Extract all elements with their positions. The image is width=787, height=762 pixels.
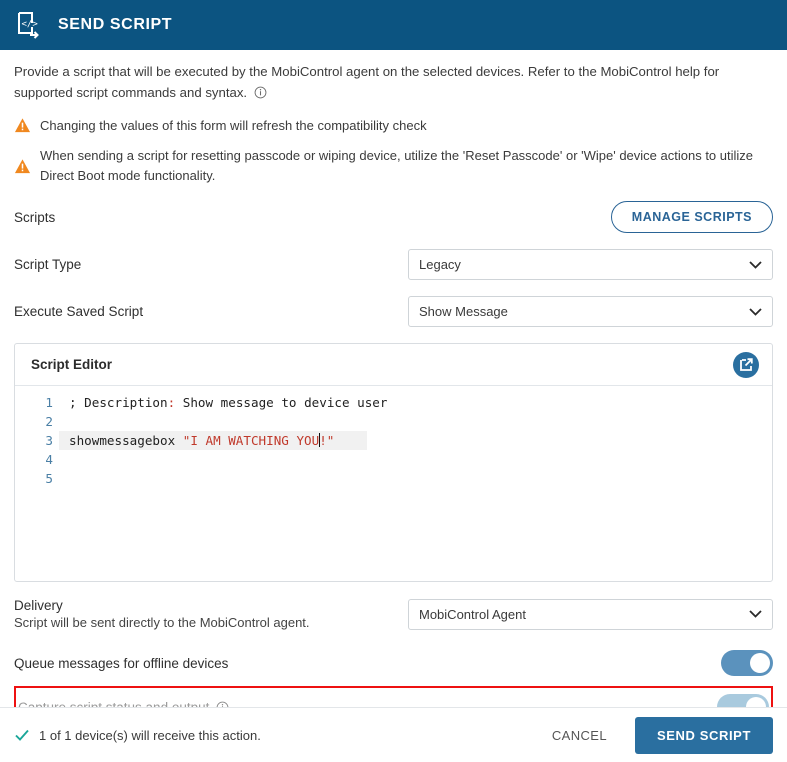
line-number: 5: [15, 469, 53, 488]
script-type-label: Script Type: [14, 257, 394, 272]
line-number: 4: [15, 450, 53, 469]
scripts-label: Scripts: [14, 210, 394, 225]
script-type-select[interactable]: Legacy: [408, 249, 773, 280]
intro-paragraph: Provide a script that will be executed b…: [14, 50, 749, 104]
code-line-5[interactable]: [59, 469, 772, 488]
line-number: 3: [15, 431, 53, 450]
delivery-sublabel: Script will be sent directly to the Mobi…: [14, 615, 394, 630]
open-external-icon[interactable]: [732, 351, 760, 379]
script-type-select-wrapper: Legacy: [408, 249, 773, 280]
code-string-close: !": [319, 433, 334, 448]
dialog-title: SEND SCRIPT: [58, 16, 172, 34]
code-lines[interactable]: ; Description: Show message to device us…: [59, 393, 772, 488]
delivery-label: Delivery Script will be sent directly to…: [14, 598, 394, 630]
queue-messages-toggle[interactable]: [721, 650, 773, 676]
saved-script-label: Execute Saved Script: [14, 304, 394, 319]
warning-text: Changing the values of this form will re…: [40, 116, 427, 136]
saved-script-select[interactable]: Show Message: [408, 296, 773, 327]
warning-row-passcode: When sending a script for resetting pass…: [14, 146, 773, 185]
check-icon: [14, 727, 30, 743]
code-line-3-wrapper: showmessagebox "I AM WATCHING YOU!": [59, 431, 772, 450]
script-editor-panel: Script Editor 1 2 3 4 5 ; Description: S…: [14, 343, 773, 582]
delivery-row: Delivery Script will be sent directly to…: [14, 598, 773, 630]
warning-triangle-icon: [14, 117, 31, 134]
intro-text: Provide a script that will be executed b…: [14, 64, 719, 100]
script-editor-header: Script Editor: [15, 344, 772, 386]
send-script-dialog: </> SEND SCRIPT Provide a script that wi…: [0, 0, 787, 762]
delivery-select[interactable]: MobiControl Agent: [408, 599, 773, 630]
code-comment-body: Show message to device user: [175, 395, 387, 410]
code-area[interactable]: 1 2 3 4 5 ; Description: Show message to…: [15, 386, 772, 488]
dialog-footer: 1 of 1 device(s) will receive this actio…: [0, 707, 787, 762]
send-script-button[interactable]: SEND SCRIPT: [635, 717, 773, 754]
dialog-header: </> SEND SCRIPT: [0, 0, 787, 50]
code-comment-head: ; Description: [69, 395, 168, 410]
code-line-2[interactable]: [59, 412, 772, 431]
script-editor-title: Script Editor: [31, 357, 112, 372]
queue-messages-label: Queue messages for offline devices: [14, 656, 228, 671]
device-count-status: 1 of 1 device(s) will receive this actio…: [39, 728, 261, 743]
warning-text: When sending a script for resetting pass…: [40, 146, 773, 185]
delivery-select-wrapper: MobiControl Agent: [408, 599, 773, 630]
svg-text:</>: </>: [22, 20, 39, 30]
code-line-1[interactable]: ; Description: Show message to device us…: [59, 393, 772, 412]
code-command: showmessagebox: [69, 433, 183, 448]
scripts-row: Scripts MANAGE SCRIPTS: [14, 201, 773, 233]
line-number-gutter: 1 2 3 4 5: [15, 393, 59, 488]
script-type-row: Script Type Legacy: [14, 249, 773, 280]
saved-script-select-wrapper: Show Message: [408, 296, 773, 327]
cancel-button[interactable]: CANCEL: [538, 720, 621, 751]
saved-script-row: Execute Saved Script Show Message: [14, 296, 773, 327]
delivery-label-text: Delivery: [14, 598, 63, 613]
manage-scripts-button[interactable]: MANAGE SCRIPTS: [611, 201, 773, 233]
line-number: 2: [15, 412, 53, 431]
toggle-knob: [750, 653, 770, 673]
code-string-open: "I AM WATCHING YOU: [183, 433, 319, 448]
warning-triangle-icon: [14, 158, 31, 175]
warning-row-compatibility: Changing the values of this form will re…: [14, 116, 773, 136]
info-icon[interactable]: [254, 86, 267, 99]
code-line-4[interactable]: [59, 450, 772, 469]
code-line-3[interactable]: showmessagebox "I AM WATCHING YOU!": [59, 431, 367, 450]
script-send-icon: </>: [14, 10, 44, 40]
line-number: 1: [15, 393, 53, 412]
queue-messages-row: Queue messages for offline devices: [14, 648, 773, 678]
